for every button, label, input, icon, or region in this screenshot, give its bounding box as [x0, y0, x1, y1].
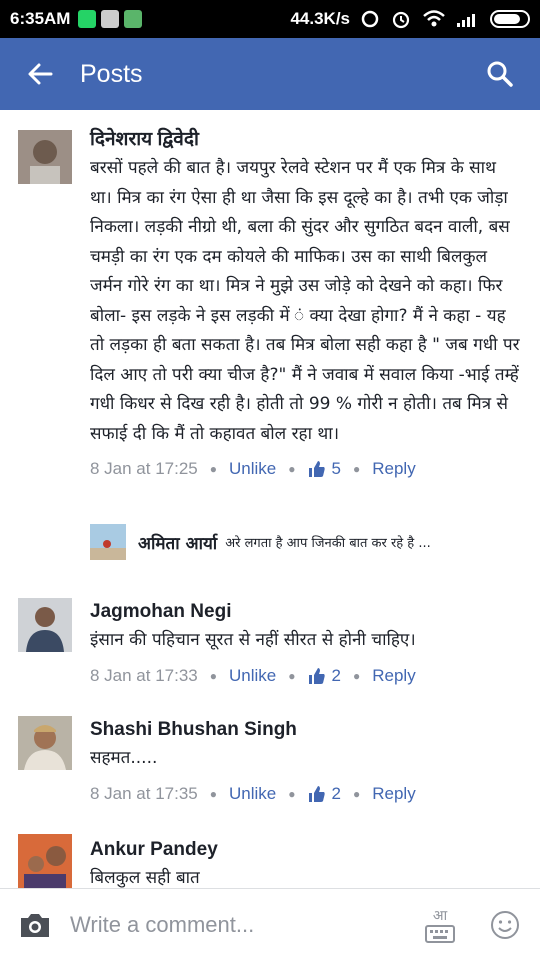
- wifi-icon: [423, 10, 445, 27]
- camera-button[interactable]: [0, 889, 70, 960]
- comments-list: दिनेशराय द्विवेदी बरसों पहले की बात है। …: [0, 110, 540, 888]
- status-bar: 6:35AM 44.3K/s: [0, 0, 540, 38]
- reply-preview[interactable]: अमिता आर्या अरे लगता है आप जिनकी बात कर …: [90, 524, 530, 560]
- camera-icon: [21, 913, 49, 937]
- arrow-left-icon: [28, 63, 53, 85]
- avatar[interactable]: [18, 834, 72, 888]
- thumbs-up-icon: [308, 461, 325, 477]
- comment-time[interactable]: 8 Jan at 17:33: [90, 666, 198, 686]
- reply-button[interactable]: Reply: [372, 784, 415, 804]
- avatar[interactable]: [18, 130, 72, 184]
- comment-author[interactable]: Shashi Bhushan Singh: [90, 718, 522, 742]
- avatar[interactable]: [18, 716, 72, 770]
- page-title: Posts: [80, 59, 143, 88]
- comment-composer: Write a comment... आ: [0, 888, 540, 960]
- reply-button[interactable]: Reply: [372, 666, 415, 686]
- comment-text: सहमत.....: [90, 748, 158, 768]
- alarm-icon: [392, 11, 410, 29]
- keyboard-icon: [425, 925, 455, 943]
- reply-author[interactable]: अमिता आर्या: [138, 531, 217, 554]
- thumbs-up-icon: [308, 667, 325, 684]
- emoji-button[interactable]: [470, 889, 540, 960]
- like-count[interactable]: 5: [308, 459, 341, 479]
- comment-time[interactable]: 8 Jan at 17:25: [90, 459, 198, 479]
- reply-text: अरे लगता है आप जिनकी बात कर रहे है ...: [225, 536, 431, 551]
- smiley-icon: [491, 910, 519, 939]
- comment-text: बरसों पहले की बात है। जयपुर रेलवे स्टेशन…: [90, 158, 520, 444]
- like-count[interactable]: 2: [308, 666, 341, 686]
- search-icon: [487, 61, 513, 87]
- comment-text: इंसान की पहिचान सूरत से नहीं सीरत से होन…: [90, 630, 416, 650]
- unlike-button[interactable]: Unlike: [229, 459, 276, 479]
- comment-time[interactable]: 8 Jan at 17:35: [90, 784, 198, 804]
- thumbs-up-icon: [308, 785, 325, 802]
- gallery-icon: [101, 10, 120, 28]
- comment-input[interactable]: Write a comment...: [70, 912, 410, 938]
- sync-icon: [361, 10, 379, 28]
- comment-meta: 8 Jan at 17:33 ● Unlike ● 2 ● Reply: [90, 665, 416, 686]
- unlike-button[interactable]: Unlike: [229, 784, 276, 804]
- whatsapp-icon: [78, 10, 97, 28]
- status-time: 6:35AM: [10, 9, 71, 28]
- keyboard-toggle-button[interactable]: आ: [410, 889, 470, 960]
- comment-meta: 8 Jan at 17:25 ● Unlike ● 5 ● Reply: [90, 459, 416, 479]
- comment-author[interactable]: दिनेशराय द्विवेदी: [90, 128, 522, 152]
- app-bar: Posts: [0, 38, 540, 110]
- avatar[interactable]: [18, 598, 72, 652]
- search-button[interactable]: [460, 38, 540, 110]
- like-count[interactable]: 2: [308, 784, 341, 804]
- network-speed: 44.3K/s: [290, 9, 350, 28]
- reply-button[interactable]: Reply: [372, 459, 415, 479]
- comment-meta: 8 Jan at 17:35 ● Unlike ● 2 ● Reply: [90, 783, 416, 804]
- comment-author[interactable]: Jagmohan Negi: [90, 600, 522, 624]
- app-8-icon: [124, 10, 143, 28]
- comment-text: बिलकुल सही बात: [90, 868, 200, 888]
- signal-icon: [457, 14, 475, 27]
- battery-icon: [490, 10, 530, 28]
- avatar[interactable]: [90, 524, 126, 560]
- comment-author[interactable]: Ankur Pandey: [90, 838, 522, 862]
- keyboard-language-label: आ: [432, 908, 448, 924]
- unlike-button[interactable]: Unlike: [229, 666, 276, 686]
- back-button[interactable]: [0, 38, 80, 110]
